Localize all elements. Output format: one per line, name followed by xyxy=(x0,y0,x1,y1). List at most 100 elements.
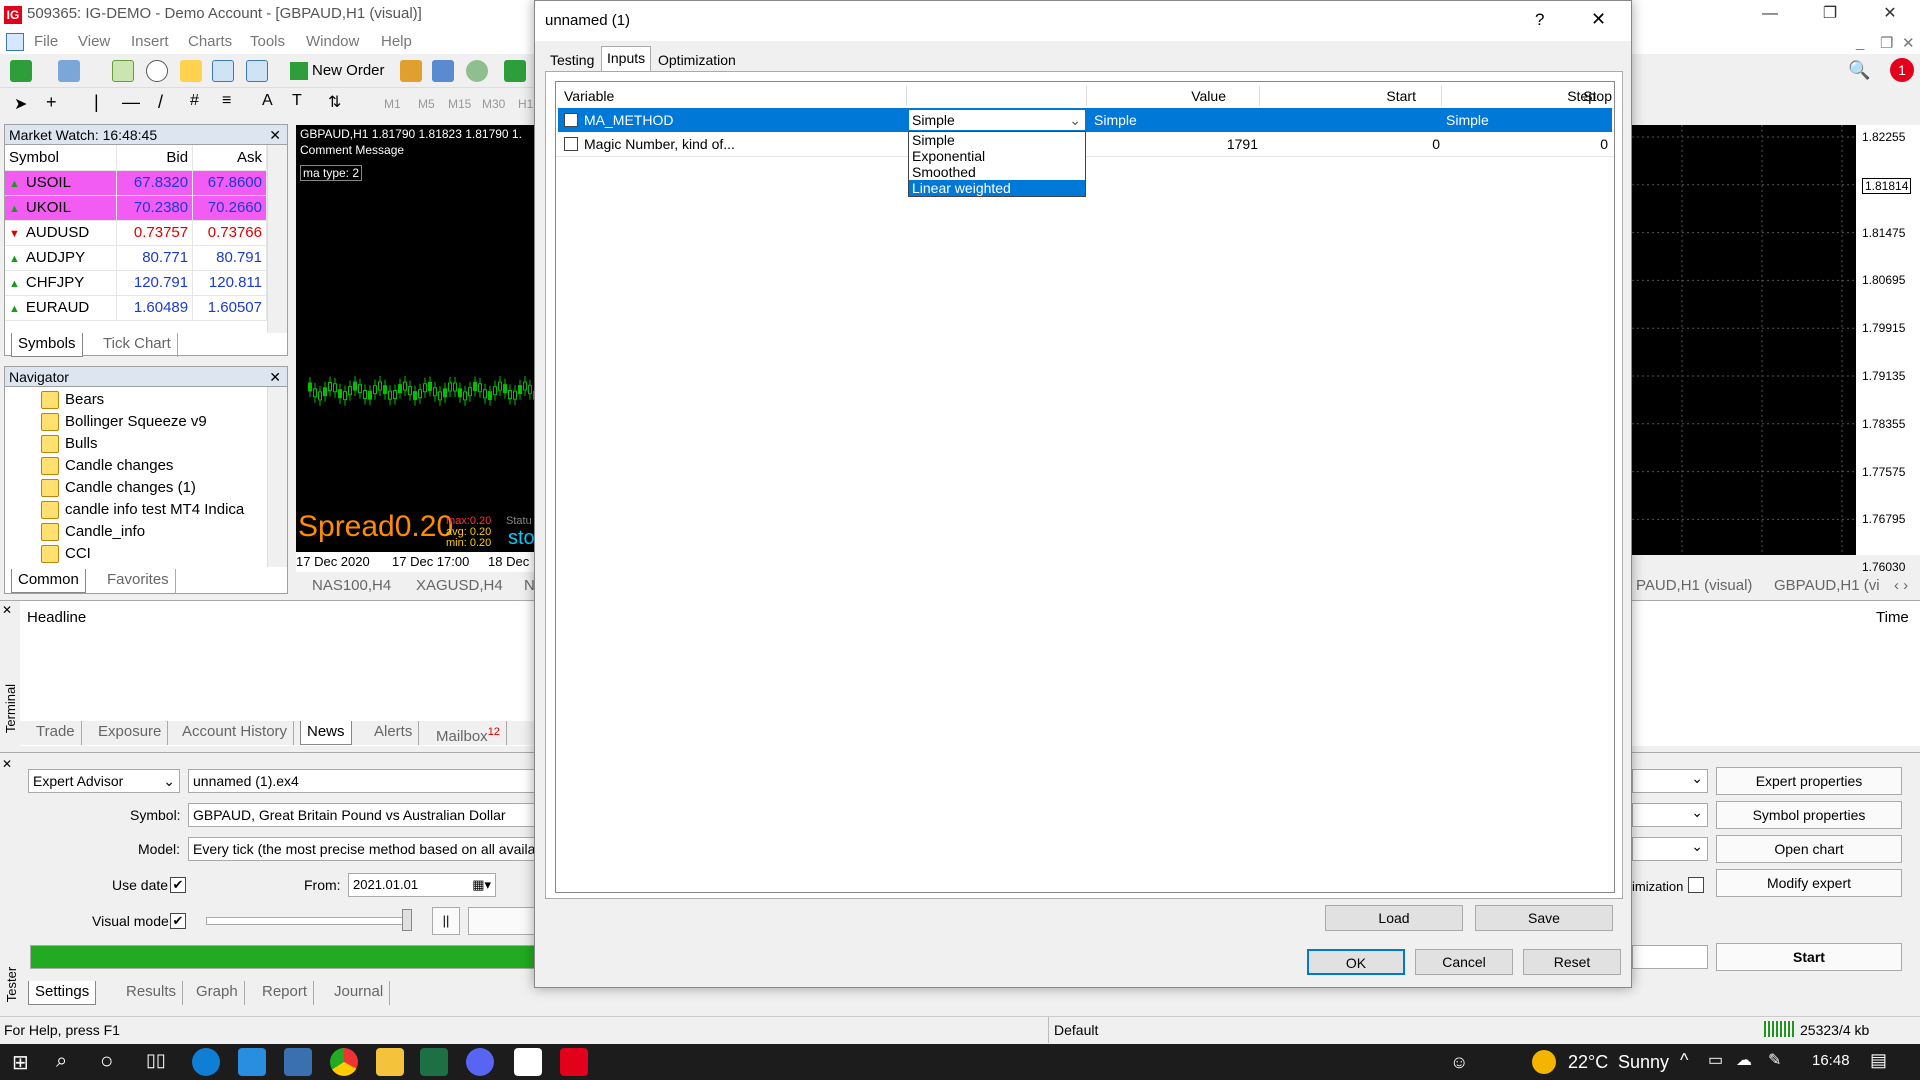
dropdown-option[interactable]: Smoothed xyxy=(909,164,1085,180)
cancel-button[interactable]: Cancel xyxy=(1415,949,1513,975)
chart-tab-gbpaud-visual[interactable]: PAUD,H1 (visual) xyxy=(1636,577,1752,594)
mdi-close[interactable]: ✕ xyxy=(1902,34,1915,52)
navigator-item[interactable]: Bollinger Squeeze v9 xyxy=(41,411,207,433)
navigator-item[interactable]: Bears xyxy=(41,389,104,411)
navigator-item[interactable]: Candle_info xyxy=(41,521,145,543)
market-watch-close-icon[interactable]: ✕ xyxy=(269,125,281,145)
param-checkbox[interactable] xyxy=(564,113,578,127)
mail-icon[interactable] xyxy=(238,1048,266,1076)
restore-button[interactable]: ❐ xyxy=(1800,0,1860,30)
menu-window[interactable]: Window xyxy=(306,33,359,50)
tab-tick-chart[interactable]: Tick Chart xyxy=(97,333,178,357)
menu-file[interactable]: File xyxy=(34,33,58,50)
header-variable[interactable]: Variable xyxy=(564,86,614,106)
profiles-icon[interactable] xyxy=(58,60,80,82)
text-icon[interactable]: A xyxy=(262,92,273,110)
header-value[interactable]: Value xyxy=(1066,86,1226,106)
dropdown-option[interactable]: Linear weighted xyxy=(909,180,1085,196)
param-row[interactable]: MA_METHOD Simple ⌄ Simple Simple xyxy=(558,108,1612,132)
dropdown-option[interactable]: Simple xyxy=(909,132,1085,148)
tab-alerts[interactable]: Alerts xyxy=(368,721,420,745)
horizontal-line-icon[interactable]: — xyxy=(122,92,140,113)
arrows-icon[interactable]: ⇅ xyxy=(328,92,341,112)
edge-icon[interactable] xyxy=(192,1048,220,1076)
tab-account-history[interactable]: Account History xyxy=(176,721,295,745)
taskbar-temp[interactable]: 22°C xyxy=(1568,1052,1608,1073)
param-step[interactable]: 0 xyxy=(1264,132,1440,156)
menu-tools[interactable]: Tools xyxy=(250,33,285,50)
param-stop[interactable]: 0 xyxy=(1444,132,1608,156)
navigator-close-icon[interactable]: ✕ xyxy=(269,367,281,387)
speed-slider-thumb[interactable] xyxy=(402,909,412,931)
to-select[interactable]: ⌄ xyxy=(1632,837,1708,861)
modify-expert-button[interactable]: Modify expert xyxy=(1716,869,1902,897)
symbol-select[interactable]: GBPAUD, Great Britain Pound vs Australia… xyxy=(188,803,536,827)
menu-charts[interactable]: Charts xyxy=(188,33,232,50)
signals-icon[interactable] xyxy=(432,60,454,82)
search-icon[interactable]: 🔍 xyxy=(1848,60,1870,81)
tf-m1[interactable]: M1 xyxy=(384,97,401,111)
param-start[interactable]: Simple xyxy=(1094,108,1137,132)
app-menu-icon[interactable] xyxy=(6,33,24,51)
tab-trade[interactable]: Trade xyxy=(30,721,82,745)
market-watch-row[interactable]: ▼ AUDUSD 0.73757 0.73766 xyxy=(5,220,267,246)
navigator-item[interactable]: Candle changes (1) xyxy=(41,477,196,499)
market-icon[interactable] xyxy=(466,60,488,82)
notification-badge[interactable]: 1 xyxy=(1890,58,1914,82)
skip-to-button[interactable] xyxy=(468,907,536,935)
fibonacci-icon[interactable]: ≡ xyxy=(222,92,231,110)
load-button[interactable]: Load xyxy=(1325,905,1463,931)
tab-journal[interactable]: Journal xyxy=(328,981,391,1005)
taskbar-weather[interactable]: Sunny xyxy=(1618,1052,1669,1073)
dialog-help-button[interactable]: ? xyxy=(1535,10,1544,30)
notification-icon[interactable]: ▤ xyxy=(1870,1050,1887,1071)
reset-button[interactable]: Reset xyxy=(1523,949,1621,975)
param-value-select[interactable]: Simple ⌄ xyxy=(908,109,1086,131)
market-watch-row[interactable]: ▲ AUDJPY 80.771 80.791 xyxy=(5,245,267,271)
chrome-icon[interactable] xyxy=(330,1048,358,1076)
cortana-icon[interactable]: ○ xyxy=(100,1048,113,1074)
tf-m15[interactable]: M15 xyxy=(448,97,471,111)
file-explorer-icon[interactable] xyxy=(376,1048,404,1076)
tab-common[interactable]: Common xyxy=(11,569,86,593)
chart-area[interactable]: GBPAUD,H1 1.81790 1.81823 1.81790 1. Com… xyxy=(296,125,536,555)
dropdown-option[interactable]: Exponential xyxy=(909,148,1085,164)
spread-select[interactable]: ⌄ xyxy=(1632,803,1708,827)
tf-m5[interactable]: M5 xyxy=(418,97,435,111)
channel-icon[interactable]: # xyxy=(190,92,199,110)
navigator-scrollbar[interactable] xyxy=(267,387,287,567)
menu-insert[interactable]: Insert xyxy=(131,33,169,50)
chevron-up-icon[interactable]: ^ xyxy=(1680,1050,1688,1071)
calendar-icon[interactable]: ▦▾ xyxy=(472,874,491,896)
chart-tab-nas100[interactable]: NAS100,H4 xyxy=(312,577,391,594)
market-watch-row[interactable]: ▲ USOIL 67.8320 67.8600 xyxy=(5,170,267,196)
crosshair-icon[interactable] xyxy=(146,60,168,82)
app-icon[interactable] xyxy=(284,1048,312,1076)
visual-mode-checkbox[interactable]: ✔ xyxy=(170,913,186,929)
tab-graph[interactable]: Graph xyxy=(190,981,245,1005)
menu-help[interactable]: Help xyxy=(381,33,412,50)
param-stop[interactable]: Simple xyxy=(1446,108,1489,132)
cursor-icon[interactable]: ➤ xyxy=(14,94,27,114)
tab-favorites[interactable]: Favorites xyxy=(101,569,176,593)
device-icon[interactable]: ▭ xyxy=(1708,1050,1723,1070)
open-chart-button[interactable]: Open chart xyxy=(1716,835,1902,863)
tab-optimization[interactable]: Optimization xyxy=(653,49,741,71)
market-watch-row[interactable]: ▲ CHFJPY 120.791 120.811 xyxy=(5,270,267,296)
close-button[interactable]: ✕ xyxy=(1860,0,1920,30)
use-date-checkbox[interactable]: ✔ xyxy=(170,877,186,893)
tab-exposure[interactable]: Exposure xyxy=(92,721,169,745)
navigator-item[interactable]: candle info test MT4 Indica xyxy=(41,499,244,521)
param-checkbox[interactable] xyxy=(564,137,578,151)
onedrive-icon[interactable]: ☁ xyxy=(1736,1050,1752,1070)
expert-type-select[interactable]: Expert Advisor ⌄ xyxy=(28,769,180,793)
tab-results[interactable]: Results xyxy=(120,981,184,1005)
terminal-icon[interactable] xyxy=(212,60,234,82)
time-header[interactable]: Time xyxy=(1876,609,1909,626)
market-watch-row[interactable]: ▲ EURAUD 1.60489 1.60507 xyxy=(5,295,267,321)
text-label-icon[interactable]: T xyxy=(292,92,302,110)
speed-slider[interactable] xyxy=(206,917,412,925)
tf-h1[interactable]: H1 xyxy=(518,97,533,111)
navigator-item[interactable]: CCI xyxy=(41,543,91,565)
tab-symbols[interactable]: Symbols xyxy=(11,333,83,357)
